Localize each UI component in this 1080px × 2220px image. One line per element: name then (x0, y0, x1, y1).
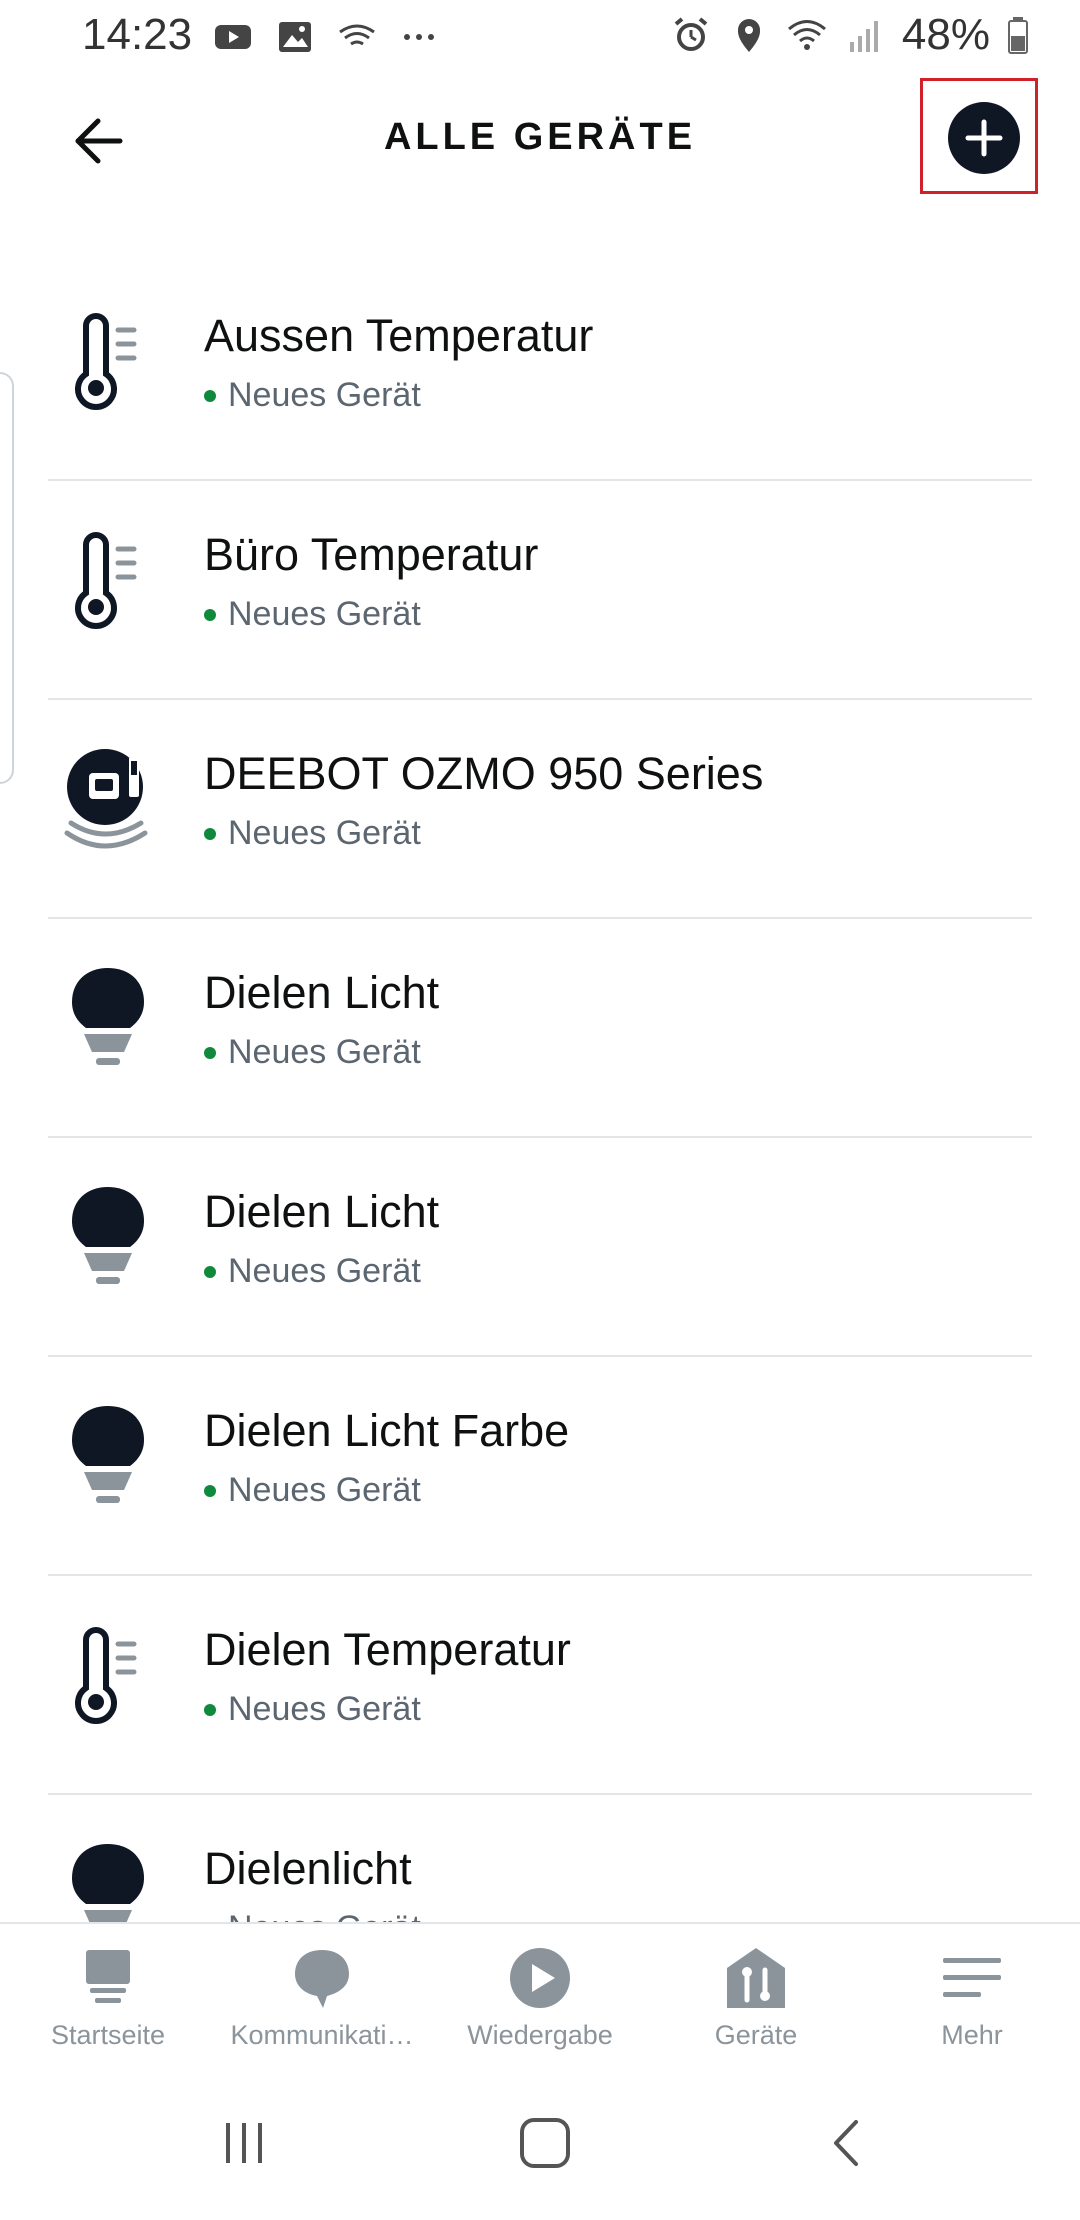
bottom-navigation: Startseite Kommunikati… Wiedergabe Gerät… (0, 1922, 1080, 2062)
plus-icon (965, 119, 1003, 157)
alarm-icon (674, 17, 708, 51)
image-icon (279, 22, 311, 52)
device-list-item[interactable]: Büro Temperatur Neues Gerät (48, 481, 1032, 700)
device-status-text: Neues Gerät (228, 1909, 421, 1922)
device-list-item[interactable]: Dielen Licht Neues Gerät (48, 919, 1032, 1138)
thermometer-icon (58, 1616, 158, 1736)
device-status: Neues Gerät (204, 1471, 421, 1510)
nav-item-geraete[interactable]: Geräte (656, 1944, 856, 2062)
wifi-calling-icon (339, 24, 375, 46)
device-name: DEEBOT OZMO 950 Series (204, 748, 764, 799)
nav-label: Kommunikati… (230, 2020, 414, 2050)
page-title: ALLE GERÄTE (383, 116, 697, 158)
device-name: Dielen Licht (204, 967, 440, 1018)
device-status: Neues Gerät (204, 814, 421, 853)
device-list-item[interactable]: Aussen Temperatur Neues Gerät (48, 262, 1032, 481)
status-dot (204, 389, 216, 402)
lightbulb-icon (58, 1397, 158, 1517)
lightbulb-icon (58, 1835, 158, 1922)
device-status-text: Neues Gerät (228, 1690, 421, 1728)
signal-icon (849, 21, 878, 52)
device-status-text: Neues Gerät (228, 595, 421, 633)
menu-icon (943, 1958, 1001, 1997)
device-status: Neues Gerät (204, 1909, 421, 1922)
system-back-button[interactable] (812, 2108, 882, 2178)
lightbulb-icon (58, 959, 158, 1079)
device-name: Aussen Temperatur (204, 310, 594, 361)
chevron-left-icon (834, 2120, 858, 2166)
device-name: Dielen Licht Farbe (204, 1405, 570, 1456)
nav-item-wiedergabe[interactable]: Wiedergabe (440, 1944, 640, 2062)
thermometer-icon (58, 302, 158, 422)
app-header: ALLE GERÄTE (0, 78, 1080, 202)
device-status: Neues Gerät (204, 1033, 421, 1072)
device-status-text: Neues Gerät (228, 1252, 421, 1290)
nav-label: Mehr (941, 2020, 1003, 2050)
nav-item-mehr[interactable]: Mehr (872, 1944, 1072, 2062)
system-navigation-bar (0, 2060, 1080, 2220)
device-status: Neues Gerät (204, 595, 421, 634)
nav-item-kommunikation[interactable]: Kommunikati… (222, 1944, 422, 2062)
robot-vacuum-icon (58, 740, 158, 860)
device-list: Aussen Temperatur Neues Gerät Büro Tempera… (48, 262, 1032, 1922)
side-panel-handle[interactable] (0, 372, 14, 784)
youtube-icon (215, 25, 251, 49)
play-icon (510, 1948, 570, 2008)
status-bar: 14:23 48% (0, 0, 1080, 78)
devices-icon (727, 1948, 785, 2008)
device-name: Büro Temperatur (204, 529, 539, 580)
status-time: 14:23 (82, 10, 193, 59)
device-name: Dielenlicht (204, 1843, 412, 1894)
device-list-item[interactable]: Dielen Licht Neues Gerät (48, 1138, 1032, 1357)
battery-percentage: 48% (901, 10, 990, 59)
location-icon (737, 19, 760, 52)
home-button[interactable] (510, 2108, 580, 2178)
nav-item-startseite[interactable]: Startseite (8, 1944, 208, 2062)
more-icon (404, 34, 434, 40)
status-dot (204, 1484, 216, 1497)
lightbulb-icon (58, 1178, 158, 1298)
device-list-item[interactable]: Dielenlicht Neues Gerät (48, 1795, 1032, 1922)
thermometer-icon (58, 521, 158, 641)
device-status: Neues Gerät (204, 1690, 421, 1729)
device-status-text: Neues Gerät (228, 1033, 421, 1071)
status-dot (204, 827, 216, 840)
nav-label: Geräte (714, 2020, 798, 2050)
device-status-text: Neues Gerät (228, 1471, 421, 1509)
status-dot (204, 1703, 216, 1716)
home-icon (86, 1950, 130, 2003)
device-status-text: Neues Gerät (228, 376, 421, 414)
wifi-icon (787, 20, 826, 50)
device-name: Dielen Temperatur (204, 1624, 571, 1675)
add-device-button[interactable] (948, 102, 1020, 174)
status-dot (204, 1265, 216, 1278)
nav-label: Startseite (50, 2020, 166, 2050)
status-dot (204, 608, 216, 621)
device-list-item[interactable]: Dielen Temperatur Neues Gerät (48, 1576, 1032, 1795)
nav-label: Wiedergabe (467, 2020, 613, 2050)
device-name: Dielen Licht (204, 1186, 440, 1237)
device-status: Neues Gerät (204, 1252, 421, 1291)
recent-apps-button[interactable] (210, 2108, 280, 2178)
battery-icon (1008, 17, 1028, 54)
device-status-text: Neues Gerät (228, 814, 421, 852)
recent-apps-icon (226, 2123, 262, 2163)
device-status: Neues Gerät (204, 376, 421, 415)
status-dot (204, 1046, 216, 1059)
chat-bubble-icon (295, 1950, 349, 2008)
device-list-item[interactable]: Dielen Licht Farbe Neues Gerät (48, 1357, 1032, 1576)
device-list-item[interactable]: DEEBOT OZMO 950 Series Neues Gerät (48, 700, 1032, 919)
home-square-icon (520, 2118, 570, 2168)
